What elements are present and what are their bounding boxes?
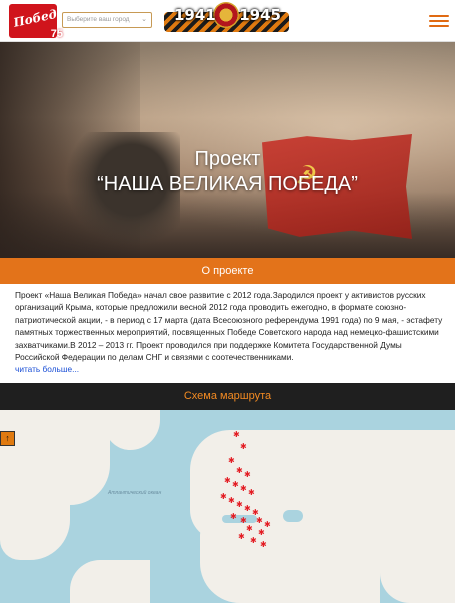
route-marker[interactable]: ✱: [236, 467, 243, 475]
victory-banner: 1941 1945: [164, 0, 289, 40]
about-heading: О проекте: [0, 258, 455, 284]
route-marker[interactable]: ✱: [258, 529, 265, 537]
route-marker[interactable]: ✱: [244, 471, 251, 479]
route-marker[interactable]: ✱: [238, 533, 245, 541]
route-marker[interactable]: ✱: [240, 485, 247, 493]
year-start: 1941: [174, 6, 216, 24]
about-text: Проект «Наша Великая Победа» начал свое …: [15, 290, 443, 363]
hero-title: Проект “НАША ВЕЛИКАЯ ПОБЕДА”: [0, 147, 455, 197]
route-marker[interactable]: ✱: [232, 481, 239, 489]
hero-title-line1: Проект: [194, 148, 261, 170]
city-select[interactable]: Выберите ваш город ⌄: [62, 12, 152, 28]
route-marker[interactable]: ✱: [244, 505, 251, 513]
year-end: 1945: [239, 6, 281, 24]
land-africa-mideast: [200, 525, 380, 603]
ocean-label: Атлантический океан: [108, 490, 162, 496]
site-header: Победа! 75 Выберите ваш город ⌄ 1941 194…: [0, 0, 455, 42]
route-marker[interactable]: ✱: [260, 541, 267, 549]
route-marker[interactable]: ✱: [236, 501, 243, 509]
land-north-america: [0, 410, 110, 505]
route-marker[interactable]: ✱: [220, 493, 227, 501]
hero-title-line2: “НАША ВЕЛИКАЯ ПОБЕДА”: [97, 173, 358, 195]
land-asia-south: [380, 520, 455, 603]
hero-banner: ☭ Проект “НАША ВЕЛИКАЯ ПОБЕДА”: [0, 42, 455, 258]
route-marker[interactable]: ✱: [230, 513, 237, 521]
route-marker[interactable]: ✱: [240, 443, 247, 451]
route-marker[interactable]: ✱: [228, 457, 235, 465]
route-marker[interactable]: ✱: [248, 489, 255, 497]
read-more-link[interactable]: читать больше...: [15, 364, 79, 374]
land-south-america: [70, 560, 150, 603]
route-marker[interactable]: ✱: [233, 431, 240, 439]
arrow-up-icon[interactable]: ↑: [0, 431, 15, 446]
route-marker[interactable]: ✱: [246, 525, 253, 533]
route-marker[interactable]: ✱: [228, 497, 235, 505]
route-map[interactable]: Атлантический океан ✱ ✱ ✱ ✱ ✱ ✱ ✱ ✱ ✱ ✱ …: [0, 410, 455, 603]
chevron-down-icon: ⌄: [141, 16, 147, 23]
city-select-placeholder: Выберите ваш город: [67, 16, 130, 23]
land-greenland: [105, 410, 160, 450]
route-heading: Схема маршрута: [0, 383, 455, 410]
route-marker[interactable]: ✱: [224, 477, 231, 485]
logo-number: 75: [50, 28, 63, 40]
pobeda-logo[interactable]: Победа! 75: [9, 4, 71, 40]
route-marker[interactable]: ✱: [250, 537, 257, 545]
menu-icon[interactable]: [429, 15, 449, 27]
route-marker[interactable]: ✱: [256, 517, 263, 525]
about-section: Проект «Наша Великая Победа» начал свое …: [15, 289, 445, 376]
order-icon: [213, 2, 239, 28]
